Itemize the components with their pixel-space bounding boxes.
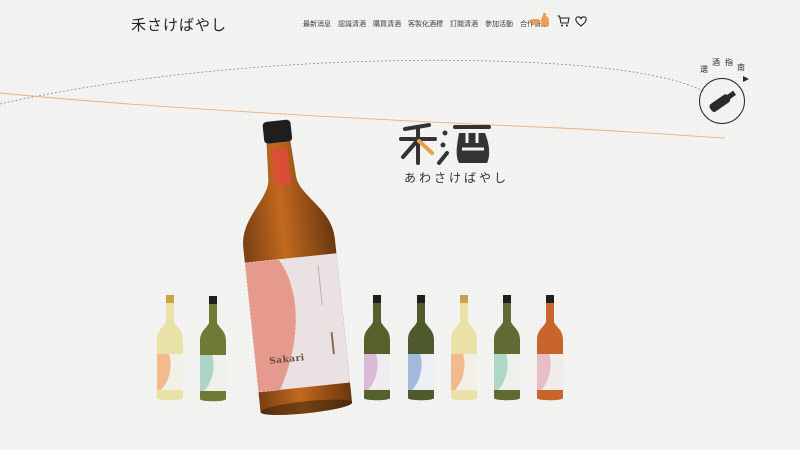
sake-guide-button[interactable]: 選 酒 指 南 <box>699 58 749 124</box>
product-bottle[interactable] <box>406 294 436 402</box>
product-bottle[interactable] <box>449 294 479 402</box>
product-bottle[interactable] <box>198 295 228 403</box>
product-bottle[interactable] <box>362 294 392 402</box>
guide-char: 指 <box>725 58 733 67</box>
heart-icon[interactable] <box>575 12 587 31</box>
nav-item-about-sake[interactable]: 認識清酒 <box>338 19 366 29</box>
guide-char: 選 <box>700 65 708 74</box>
cart-icon[interactable] <box>557 12 570 31</box>
main-nav: 最新消息 認識清酒 購買清酒 客製化酒標 訂閱清酒 參加活動 合作餐廳 <box>303 19 548 29</box>
product-bottle[interactable] <box>155 294 185 402</box>
guide-char: 酒 <box>712 58 720 67</box>
nav-item-subscribe[interactable]: 訂閱清酒 <box>450 19 478 29</box>
header-icons <box>530 11 587 31</box>
guide-char: 南 <box>737 63 745 72</box>
product-bottle[interactable] <box>492 294 522 402</box>
hero-subtitle: あわさけばやし <box>404 171 510 185</box>
hero-logo-mark <box>399 123 491 165</box>
arrow-icon <box>743 76 749 82</box>
nav-item-custom-label[interactable]: 客製化酒標 <box>408 19 443 29</box>
bottle-icon <box>709 90 737 112</box>
brand-logo[interactable]: 禾さけばやし <box>131 14 227 35</box>
decorative-lines <box>0 59 726 139</box>
nav-item-events[interactable]: 參加活動 <box>485 19 513 29</box>
sake-set-icon[interactable] <box>530 11 552 31</box>
nav-item-news[interactable]: 最新消息 <box>303 19 331 29</box>
nav-item-buy-sake[interactable]: 購買清酒 <box>373 19 401 29</box>
product-bottle[interactable] <box>535 294 565 402</box>
